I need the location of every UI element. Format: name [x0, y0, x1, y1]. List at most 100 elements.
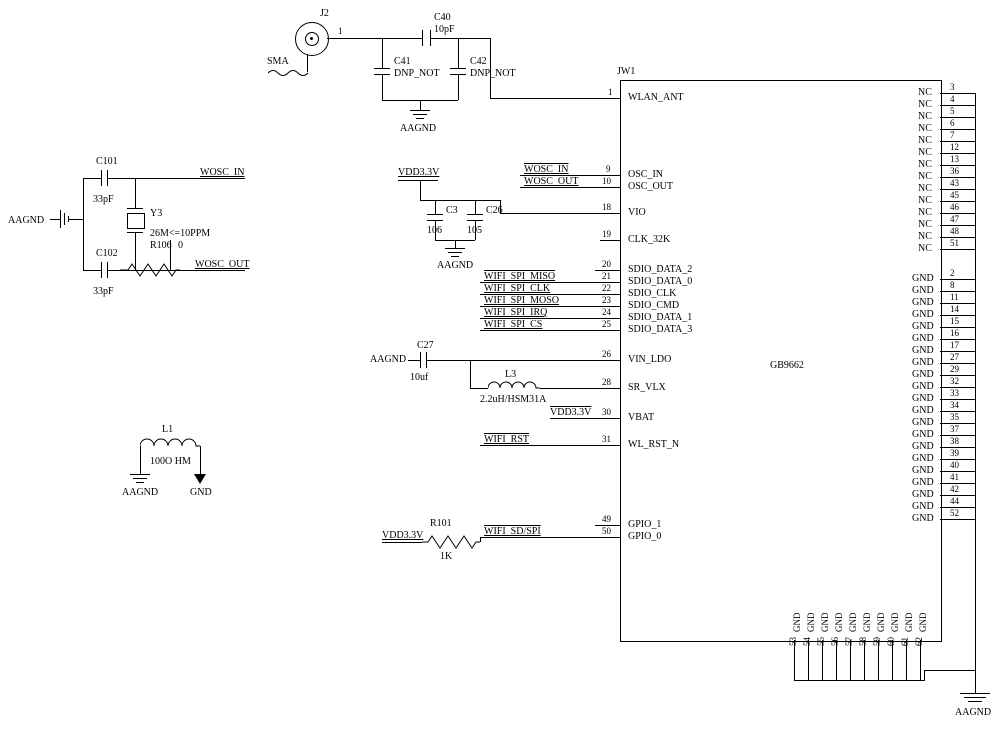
c3-val: 106: [427, 225, 442, 236]
pin-name-sdio-data2: SDIO_DATA_2: [628, 264, 692, 275]
l1-ref: L1: [162, 424, 173, 435]
c102-ref: C102: [96, 248, 118, 259]
sma-type: SMA: [267, 56, 289, 67]
pin-nc-45: NC: [918, 195, 932, 206]
pin-num-11: 11: [950, 292, 959, 302]
pin-num-15: 15: [950, 316, 959, 326]
pin-nc-51: NC: [918, 243, 932, 254]
pin-gnd-34: GND: [912, 405, 934, 416]
net-wosc-out: WOSC_OUT: [524, 176, 578, 187]
pin-gnd-17: GND: [912, 345, 934, 356]
pin-gnd-2: GND: [912, 273, 934, 284]
pin-gnd-11: GND: [912, 297, 934, 308]
pin-num-21: 21: [602, 271, 611, 281]
l1-val: 100O HM: [150, 456, 191, 467]
pin-nc-13: NC: [918, 159, 932, 170]
pin-num-9: 9: [606, 164, 611, 174]
pin-name-gpio0: GPIO_0: [628, 531, 661, 542]
pin-gnd-35: GND: [912, 417, 934, 428]
crystal-y3: [127, 213, 145, 229]
pin-num-45: 45: [950, 190, 959, 200]
pin-botgnd-60: GND: [890, 613, 900, 633]
pin-botgnd-62: GND: [918, 613, 928, 633]
pin-num-56: 56: [830, 637, 840, 646]
net-wifi-spi-miso: WIFI_SPI_MISO: [484, 271, 555, 282]
pin-num-28: 28: [602, 377, 611, 387]
pin-num-49: 49: [602, 514, 611, 524]
pin-num-37: 37: [950, 424, 959, 434]
pin-num-52: 52: [950, 508, 959, 518]
l1-aagnd: AAGND: [122, 487, 158, 498]
c40-ref: C40: [434, 12, 451, 23]
pin-num-60: 60: [886, 637, 896, 646]
r106-symbol: [120, 263, 180, 277]
pin-botgnd-53: GND: [792, 613, 802, 633]
pin-botgnd-56: GND: [834, 613, 844, 633]
pin-num-42: 42: [950, 484, 959, 494]
pin-num-62: 62: [914, 637, 924, 646]
sma-wavy: [268, 68, 308, 78]
pin-num-44: 44: [950, 496, 959, 506]
c102-val: 33pF: [93, 286, 114, 297]
pin-num-18: 18: [602, 202, 611, 212]
c41-val: DNP_NOT: [394, 68, 440, 79]
pin-name-sdio-data0: SDIO_DATA_0: [628, 276, 692, 287]
net-wifi-spi-clk: WIFI_SPI_CLK: [484, 283, 550, 294]
j2-ref: J2: [320, 8, 329, 19]
net-wifi-rst: WIFI_RST: [484, 434, 529, 445]
pin-gnd-38: GND: [912, 441, 934, 452]
sma-aagnd: AAGND: [400, 123, 436, 134]
pin-num-8: 8: [950, 280, 955, 290]
pin-num-13: 13: [950, 154, 959, 164]
l3-ref: L3: [505, 369, 516, 380]
pin-botgnd-57: GND: [848, 613, 858, 633]
pin-gnd-42: GND: [912, 489, 934, 500]
pin-num-33: 33: [950, 388, 959, 398]
aagnd-osc: AAGND: [8, 215, 44, 226]
pin-num-34: 34: [950, 400, 959, 410]
pin-nc-36: NC: [918, 171, 932, 182]
pin-num-17: 17: [950, 340, 959, 350]
pin-gnd-33: GND: [912, 393, 934, 404]
pin-gnd-15: GND: [912, 321, 934, 332]
net-wosc-in: WOSC_IN: [524, 164, 568, 175]
pin-num-23: 23: [602, 295, 611, 305]
pin-num-41: 41: [950, 472, 959, 482]
r101-symbol: [422, 535, 480, 549]
pin-num-22: 22: [602, 283, 611, 293]
pin-num-2: 2: [950, 268, 955, 278]
pin-botgnd-58: GND: [862, 613, 872, 633]
pin-num-4: 4: [950, 94, 955, 104]
c101-val: 33pF: [93, 194, 114, 205]
pin-gnd-52: GND: [912, 513, 934, 524]
pin-num-1: 1: [608, 87, 613, 97]
pin-name-gpio1: GPIO_1: [628, 519, 661, 530]
pin-nc-47: NC: [918, 219, 932, 230]
r106-ref: R106: [150, 240, 172, 251]
pin-name-sr-vlx: SR_VLX: [628, 382, 666, 393]
pin-gnd-27: GND: [912, 357, 934, 368]
pin-name-sdio-data3: SDIO_DATA_3: [628, 324, 692, 335]
pin-num-59: 59: [872, 637, 882, 646]
pin-botgnd-61: GND: [904, 613, 914, 633]
pin-num-61: 61: [900, 637, 910, 646]
pin-name-wl-rst-n: WL_RST_N: [628, 439, 679, 450]
pin-gnd-40: GND: [912, 465, 934, 476]
pin-nc-6: NC: [918, 123, 932, 134]
c3-ref: C3: [446, 205, 458, 216]
pin-nc-43: NC: [918, 183, 932, 194]
pin-name-sdio-data1: SDIO_DATA_1: [628, 312, 692, 323]
pin-num-43: 43: [950, 178, 959, 188]
pin-num-29: 29: [950, 364, 959, 374]
pin-num-10: 10: [602, 176, 611, 186]
net-wifi-spi-cs: WIFI_SPI_CS: [484, 319, 542, 330]
pin-nc-12: NC: [918, 147, 932, 158]
pin-nc-46: NC: [918, 207, 932, 218]
pin-num-46: 46: [950, 202, 959, 212]
c27-aagnd: AAGND: [370, 354, 406, 365]
l1-gnd: GND: [190, 487, 212, 498]
c27-ref: C27: [417, 340, 434, 351]
pin-nc-4: NC: [918, 99, 932, 110]
c42-val: DNP_NOT: [470, 68, 516, 79]
c101-ref: C101: [96, 156, 118, 167]
